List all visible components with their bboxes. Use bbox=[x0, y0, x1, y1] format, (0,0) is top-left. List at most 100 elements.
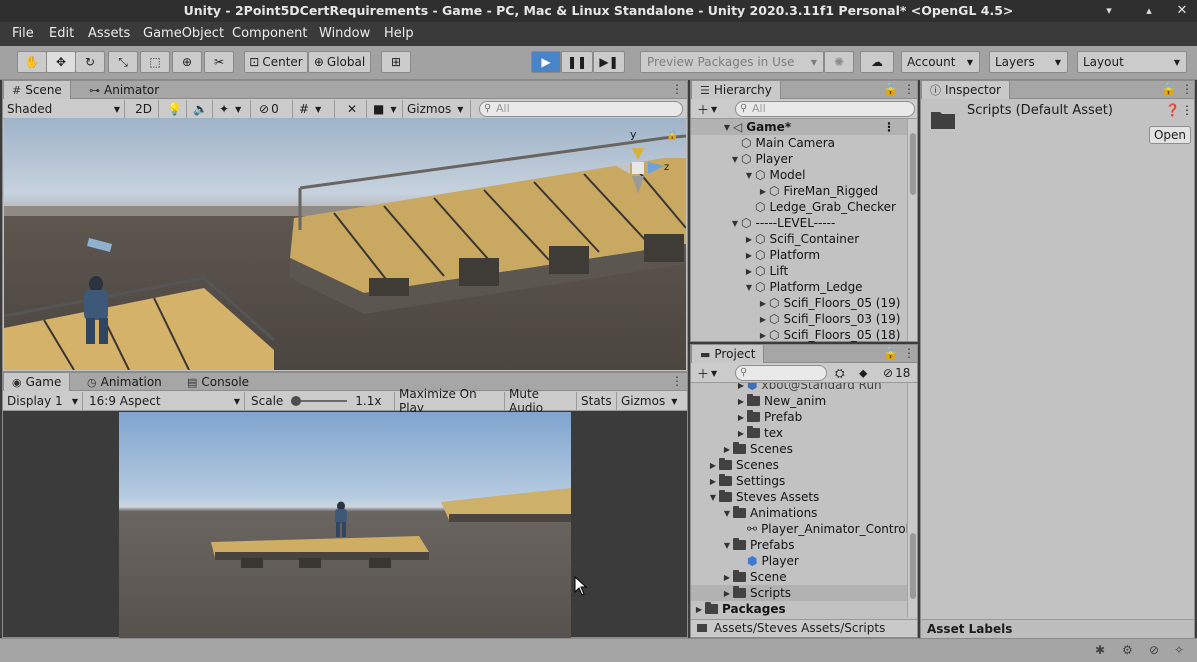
hierarchy-scrollbar[interactable] bbox=[907, 119, 917, 341]
lock-icon[interactable]: 🔒 bbox=[883, 346, 898, 360]
menu-help[interactable]: Help bbox=[384, 26, 414, 41]
auto-generate-lighting-icon[interactable]: ✧ bbox=[1174, 643, 1184, 657]
menu-assets[interactable]: Assets bbox=[88, 26, 130, 41]
tree-item[interactable]: ▶ Packages bbox=[691, 601, 907, 617]
hand-tool-icon[interactable]: ✋ bbox=[17, 51, 47, 73]
close-button[interactable]: ✕ bbox=[1174, 3, 1190, 19]
tab-animation[interactable]: ◷ Animation bbox=[79, 373, 170, 391]
create-button[interactable]: ＋ ▼ bbox=[693, 100, 723, 118]
layers-dropdown[interactable]: Layers ▼ bbox=[989, 51, 1068, 73]
scale-tool-icon[interactable]: ⤡ bbox=[108, 51, 138, 73]
tree-item[interactable]: ▼ Animations bbox=[691, 505, 907, 521]
tree-item[interactable]: ▶ Prefab bbox=[691, 409, 907, 425]
tree-item[interactable]: ▶ ⬢ xbot@Standard Run bbox=[691, 383, 907, 393]
tree-item[interactable]: ▶ ⬡ Scifi_Floors_03 (19) bbox=[691, 311, 907, 327]
collab-icon[interactable]: ✺ bbox=[824, 51, 854, 73]
tree-item[interactable]: ▶ Scripts bbox=[691, 585, 907, 601]
preview-packages-dropdown[interactable]: Preview Packages in Use ▼ bbox=[640, 51, 824, 73]
tree-item[interactable]: ▼ ⬡ Platform_Ledge bbox=[691, 279, 907, 295]
tree-item[interactable]: ▶ Scenes bbox=[691, 441, 907, 457]
tree-item[interactable]: ▶ ⬡ Scifi_Floors_05 (18) bbox=[691, 327, 907, 343]
pause-button[interactable]: ❚❚ bbox=[561, 51, 593, 73]
scale-slider[interactable]: Scale 1.1x bbox=[247, 392, 395, 410]
layout-dropdown[interactable]: Layout ▼ bbox=[1077, 51, 1187, 73]
scale-slider-handle[interactable] bbox=[291, 396, 302, 406]
project-search-input[interactable]: ⚲ bbox=[735, 365, 827, 381]
cloud-icon[interactable]: ☁ bbox=[860, 51, 894, 73]
menu-file[interactable]: File bbox=[12, 26, 34, 41]
custom-tool-icon[interactable]: ✂ bbox=[204, 51, 234, 73]
help-icon[interactable]: ❓ bbox=[1165, 103, 1180, 117]
tree-item[interactable]: ▶ tex bbox=[691, 425, 907, 441]
rect-tool-icon[interactable]: ⬚ bbox=[140, 51, 170, 73]
scene-search-input[interactable]: ⚲ All bbox=[479, 101, 683, 117]
rotate-tool-icon[interactable]: ↻ bbox=[75, 51, 105, 73]
account-dropdown[interactable]: Account ▼ bbox=[901, 51, 980, 73]
mute-audio-toggle[interactable]: Mute Audio bbox=[505, 387, 577, 415]
more-options-icon[interactable]: ⋮ bbox=[903, 82, 915, 96]
tree-item[interactable]: ▼ ⬡ Player bbox=[691, 151, 907, 167]
display-dropdown[interactable]: Display 1 ▼ bbox=[3, 392, 83, 410]
menu-edit[interactable]: Edit bbox=[49, 26, 74, 41]
more-options-icon[interactable]: ⋮ bbox=[671, 374, 683, 388]
tree-item[interactable]: ▼ Prefabs bbox=[691, 537, 907, 553]
pivot-global-button[interactable]: ⊕ Global bbox=[308, 51, 371, 73]
filter-by-type-icon[interactable]: ⛭ bbox=[831, 364, 853, 382]
create-asset-button[interactable]: ＋ ▼ bbox=[693, 364, 723, 382]
camera-icon[interactable]: ■ ▼ bbox=[369, 100, 403, 118]
tab-inspector[interactable]: ⓘ Inspector bbox=[921, 81, 1010, 99]
tree-item[interactable]: ▼ ◁ Game* ⋮ bbox=[691, 119, 907, 135]
hidden-packages-toggle[interactable]: ⊘ 18 bbox=[879, 364, 915, 382]
more-options-icon[interactable]: ⋮ bbox=[1181, 82, 1193, 96]
tab-scene[interactable]: # Scene bbox=[3, 81, 71, 99]
menu-gameobject[interactable]: GameObject bbox=[143, 26, 224, 41]
tab-console[interactable]: ▤ Console bbox=[179, 373, 257, 391]
menu-component[interactable]: Component bbox=[232, 26, 307, 41]
shading-mode-dropdown[interactable]: Shaded ▼ bbox=[3, 100, 125, 118]
stats-toggle[interactable]: Stats bbox=[577, 392, 617, 410]
tree-item[interactable]: ▶ ⬡ Scifi_Container bbox=[691, 231, 907, 247]
game-viewport[interactable] bbox=[119, 412, 571, 638]
maximize-button[interactable]: ▴ bbox=[1141, 3, 1157, 19]
tree-item[interactable]: ▶ New_anim bbox=[691, 393, 907, 409]
scrollbar-thumb[interactable] bbox=[910, 533, 916, 599]
tab-game[interactable]: ◉ Game bbox=[3, 373, 71, 391]
game-gizmos-dropdown[interactable]: Gizmos ▼ bbox=[617, 392, 685, 410]
more-options-icon[interactable]: ⋮ bbox=[903, 346, 915, 360]
tab-project[interactable]: ▬ Project bbox=[691, 345, 765, 363]
tree-item[interactable]: ▼ ⬡ Model bbox=[691, 167, 907, 183]
lighting-icon[interactable]: 💡 bbox=[163, 100, 187, 118]
lock-icon[interactable]: 🔒 bbox=[1161, 82, 1176, 96]
2d-toggle[interactable]: 2D bbox=[129, 100, 159, 118]
effects-icon[interactable]: ✦ ▼ bbox=[215, 100, 251, 118]
progress-icon[interactable]: ⚙ bbox=[1122, 643, 1133, 657]
lock-icon[interactable]: 🔒 bbox=[883, 82, 898, 96]
tree-item[interactable]: ▼ Steves Assets bbox=[691, 489, 907, 505]
more-options-icon[interactable]: ⋮ bbox=[671, 82, 683, 96]
tools-icon[interactable]: ✕ bbox=[343, 100, 367, 118]
grid-toggle[interactable]: # ▼ bbox=[295, 100, 335, 118]
tree-item[interactable]: ⬡ Ledge_Grab_Checker bbox=[691, 199, 907, 215]
gizmos-dropdown[interactable]: Gizmos ▼ bbox=[403, 100, 471, 118]
tree-item[interactable]: ▶ Settings bbox=[691, 473, 907, 489]
bug-icon[interactable]: ✱ bbox=[1095, 643, 1105, 657]
scene-viewport[interactable]: y z 🔒 bbox=[4, 118, 686, 370]
tree-item[interactable]: ▶ ⬡ Platform bbox=[691, 247, 907, 263]
tree-item[interactable]: ▶ Scene bbox=[691, 569, 907, 585]
scrollbar-thumb[interactable] bbox=[910, 133, 916, 195]
tab-animator[interactable]: ⊶ Animator bbox=[81, 81, 167, 99]
filter-by-label-icon[interactable]: ⬥ bbox=[855, 364, 877, 382]
tree-item[interactable]: ⬢ Player bbox=[691, 553, 907, 569]
tree-item[interactable]: ▶ ⬡ Scifi_Floors_05 (19) bbox=[691, 295, 907, 311]
transform-tool-icon[interactable]: ⊕ bbox=[172, 51, 202, 73]
grid-snap-icon[interactable]: ⊞ bbox=[381, 51, 411, 73]
tree-item[interactable]: ▶ Scenes bbox=[691, 457, 907, 473]
tree-item[interactable]: ▶ ⬡ FireMan_Rigged bbox=[691, 183, 907, 199]
pivot-center-button[interactable]: ⊡ Center bbox=[244, 51, 308, 73]
no-network-icon[interactable]: ⊘ bbox=[1149, 643, 1159, 657]
open-button[interactable]: Open bbox=[1149, 126, 1191, 144]
step-button[interactable]: ▶❚ bbox=[593, 51, 625, 73]
tab-hierarchy[interactable]: ☰ Hierarchy bbox=[691, 81, 781, 99]
aspect-dropdown[interactable]: 16:9 Aspect ▼ bbox=[85, 392, 245, 410]
audio-icon[interactable]: 🔈 bbox=[189, 100, 213, 118]
